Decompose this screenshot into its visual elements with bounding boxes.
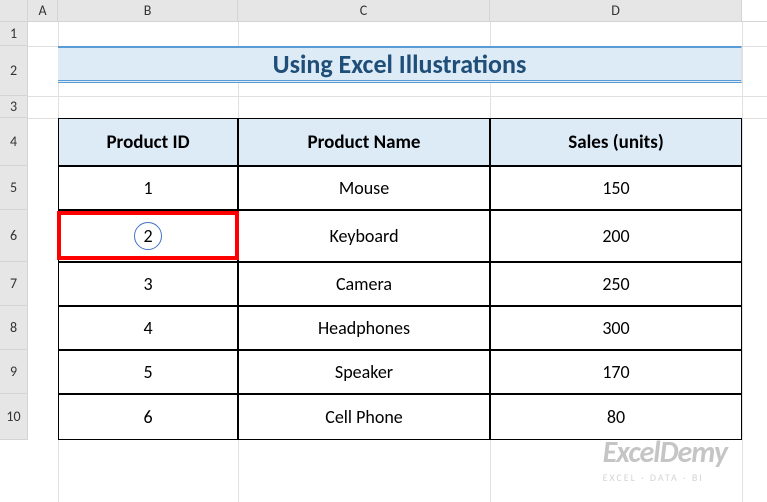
table-row: 6 Cell Phone 80 bbox=[58, 394, 742, 440]
grid-area[interactable]: Using Excel Illustrations Product ID Pro… bbox=[28, 22, 767, 502]
cell-sales[interactable]: 200 bbox=[490, 210, 742, 262]
col-header-c[interactable]: C bbox=[238, 0, 490, 21]
table-row: 2 Keyboard 200 bbox=[58, 210, 742, 262]
select-all-corner[interactable] bbox=[0, 0, 28, 21]
cell-name[interactable]: Cell Phone bbox=[238, 394, 490, 440]
row-headers: 1 2 3 4 5 6 7 8 9 10 bbox=[0, 22, 28, 440]
title-cell[interactable]: Using Excel Illustrations bbox=[58, 46, 742, 83]
cell-id[interactable]: 6 bbox=[58, 394, 238, 440]
table-row: 1 Mouse 150 bbox=[58, 166, 742, 210]
row-header-7[interactable]: 7 bbox=[0, 262, 28, 306]
column-headers: A B C D bbox=[0, 0, 767, 22]
cell-id[interactable]: 4 bbox=[58, 306, 238, 350]
row-header-5[interactable]: 5 bbox=[0, 166, 28, 210]
cell-sales[interactable]: 170 bbox=[490, 350, 742, 394]
table-header-row: Product ID Product Name Sales (units) bbox=[58, 118, 742, 166]
spreadsheet: A B C D 1 2 3 4 5 6 7 8 9 10 Using Excel… bbox=[0, 0, 767, 502]
cell-id[interactable]: 3 bbox=[58, 262, 238, 306]
cell-id[interactable]: 5 bbox=[58, 350, 238, 394]
cell-name[interactable]: Keyboard bbox=[238, 210, 490, 262]
cell-id[interactable]: 1 bbox=[58, 166, 238, 210]
cell-id[interactable]: 2 bbox=[58, 210, 238, 262]
row-header-2[interactable]: 2 bbox=[0, 46, 28, 96]
data-table: Product ID Product Name Sales (units) 1 … bbox=[58, 118, 742, 440]
row-header-1[interactable]: 1 bbox=[0, 22, 28, 46]
row-header-4[interactable]: 4 bbox=[0, 118, 28, 166]
cell-sales[interactable]: 80 bbox=[490, 394, 742, 440]
cell-sales[interactable]: 150 bbox=[490, 166, 742, 210]
cell-sales[interactable]: 300 bbox=[490, 306, 742, 350]
cell-name[interactable]: Headphones bbox=[238, 306, 490, 350]
title-container: Using Excel Illustrations bbox=[58, 46, 742, 83]
header-product-id[interactable]: Product ID bbox=[58, 118, 238, 166]
table-row: 5 Speaker 170 bbox=[58, 350, 742, 394]
cell-name[interactable]: Mouse bbox=[238, 166, 490, 210]
row-header-9[interactable]: 9 bbox=[0, 350, 28, 394]
cell-name[interactable]: Speaker bbox=[238, 350, 490, 394]
cell-sales[interactable]: 250 bbox=[490, 262, 742, 306]
header-product-name[interactable]: Product Name bbox=[238, 118, 490, 166]
col-header-d[interactable]: D bbox=[490, 0, 742, 21]
table-row: 3 Camera 250 bbox=[58, 262, 742, 306]
row-header-10[interactable]: 10 bbox=[0, 394, 28, 440]
row-header-8[interactable]: 8 bbox=[0, 306, 28, 350]
row-header-6[interactable]: 6 bbox=[0, 210, 28, 262]
col-header-b[interactable]: B bbox=[58, 0, 238, 21]
col-header-a[interactable]: A bbox=[28, 0, 58, 21]
row-header-3[interactable]: 3 bbox=[0, 96, 28, 118]
cell-name[interactable]: Camera bbox=[238, 262, 490, 306]
table-row: 4 Headphones 300 bbox=[58, 306, 742, 350]
header-sales[interactable]: Sales (units) bbox=[490, 118, 742, 166]
